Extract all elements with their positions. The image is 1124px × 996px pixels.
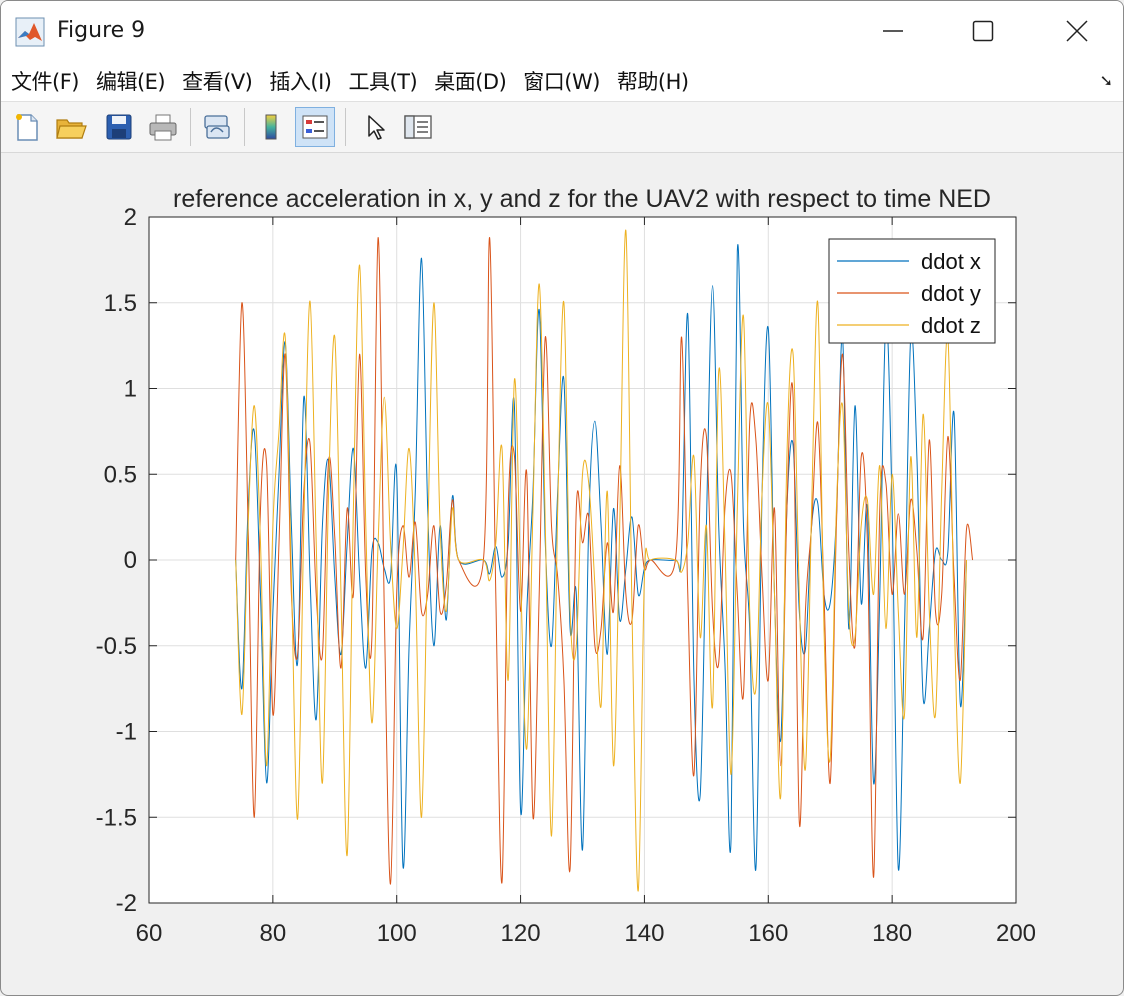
minimize-button[interactable]: [847, 1, 939, 61]
menu-view[interactable]: 查看(V): [182, 66, 253, 96]
link-plot-button[interactable]: [197, 107, 237, 147]
save-icon: [106, 114, 132, 140]
new-figure-icon: [16, 114, 38, 141]
x-tick-label: 120: [501, 920, 541, 947]
legend[interactable]: ddot x ddot y ddot z: [828, 238, 996, 344]
new-figure-button[interactable]: [7, 107, 47, 147]
legend-label-3: ddot z: [921, 313, 981, 338]
y-tick-label: 1.5: [104, 290, 137, 317]
maximize-button[interactable]: [937, 1, 1029, 61]
maximize-icon: [972, 20, 994, 42]
link-plot-icon: [204, 115, 230, 139]
close-button[interactable]: [1031, 1, 1123, 61]
open-file-button[interactable]: [51, 107, 91, 147]
figure-canvas: reference acceleration in x, y and z for…: [1, 153, 1123, 995]
chart-title: reference acceleration in x, y and z for…: [173, 185, 991, 213]
x-tick-label: 200: [996, 920, 1036, 947]
legend-button[interactable]: [295, 107, 335, 147]
legend-label-2: ddot y: [921, 281, 981, 306]
menu-tools[interactable]: 工具(T): [348, 66, 417, 96]
y-tick-label: 0.5: [104, 461, 137, 488]
menu-file[interactable]: 文件(F): [11, 66, 79, 96]
property-inspector-icon: [404, 115, 432, 139]
y-tick-label: 1: [124, 376, 137, 403]
matlab-logo-icon: [15, 17, 45, 47]
x-tick-label: 140: [624, 920, 664, 947]
y-tick-label: -0.5: [96, 633, 137, 660]
title-bar[interactable]: Figure 9: [1, 1, 1123, 61]
y-tick-label: -1.5: [96, 804, 137, 831]
print-icon: [149, 114, 177, 141]
menu-edit[interactable]: 编辑(E): [96, 66, 166, 96]
figure-toolbar: [1, 101, 1123, 153]
figure-window: Figure 9 文件(F) 编辑(E) 查看(V) 插入(I) 工具(T) 桌…: [0, 0, 1124, 996]
window-title: Figure 9: [57, 18, 146, 43]
menu-window[interactable]: 窗口(W): [523, 66, 600, 96]
print-button[interactable]: [143, 107, 183, 147]
y-tick-label: 2: [124, 204, 137, 231]
y-tick-label: -2: [116, 890, 137, 917]
menu-insert[interactable]: 插入(I): [269, 66, 332, 96]
x-tick-label: 80: [260, 920, 287, 947]
colorbar-button[interactable]: [251, 107, 291, 147]
legend-label-1: ddot x: [921, 249, 981, 274]
menu-desktop[interactable]: 桌面(D): [434, 66, 507, 96]
open-file-icon: [56, 119, 87, 139]
x-tick-label: 160: [748, 920, 788, 947]
y-tick-label: 0: [124, 547, 137, 574]
colorbar-icon: [265, 114, 277, 140]
property-inspector-button[interactable]: [398, 107, 438, 147]
dock-arrow-icon[interactable]: ➘: [1100, 71, 1113, 91]
line-chart[interactable]: reference acceleration in x, y and z for…: [1, 153, 1123, 995]
y-tick-label: -1: [116, 719, 137, 746]
save-button[interactable]: [99, 107, 139, 147]
legend-icon: [302, 115, 328, 139]
x-tick-label: 60: [136, 920, 163, 947]
menu-help[interactable]: 帮助(H): [617, 66, 689, 96]
minimize-icon: [883, 30, 903, 32]
menu-bar: 文件(F) 编辑(E) 查看(V) 插入(I) 工具(T) 桌面(D) 窗口(W…: [1, 61, 1123, 101]
edit-plot-button[interactable]: [354, 107, 394, 147]
x-tick-label: 100: [377, 920, 417, 947]
x-tick-label: 180: [872, 920, 912, 947]
close-icon: [1066, 20, 1088, 42]
edit-plot-icon: [368, 115, 385, 140]
